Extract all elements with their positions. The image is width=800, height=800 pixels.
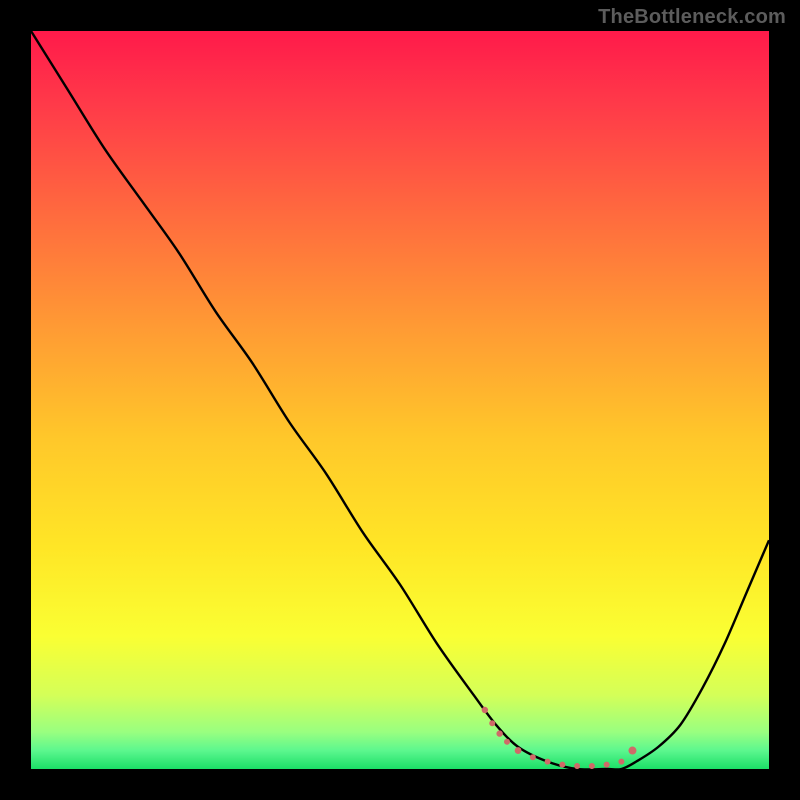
chart-plot-area	[31, 31, 769, 769]
chart-marker	[604, 762, 610, 768]
chart-marker	[628, 747, 636, 755]
chart-marker	[559, 762, 565, 768]
chart-marker	[618, 759, 624, 765]
chart-svg	[31, 31, 769, 769]
chart-marker	[589, 763, 595, 769]
chart-marker	[515, 747, 522, 754]
chart-marker	[545, 759, 551, 765]
watermark-text: TheBottleneck.com	[598, 6, 786, 29]
chart-marker	[496, 730, 502, 736]
chart-marker	[574, 763, 580, 769]
chart-marker	[504, 739, 510, 745]
chart-marker	[482, 707, 488, 713]
chart-marker	[489, 720, 495, 726]
chart-background	[31, 31, 769, 769]
chart-frame: TheBottleneck.com	[0, 0, 800, 800]
chart-marker	[530, 754, 536, 760]
